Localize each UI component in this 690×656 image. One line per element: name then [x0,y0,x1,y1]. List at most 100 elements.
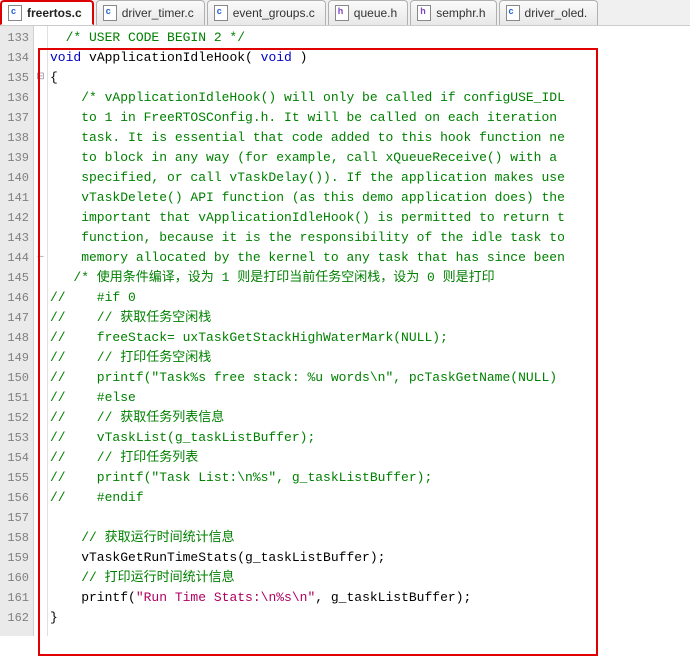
code-token: // // 打印任务列表 [50,450,198,465]
c-file-icon [506,5,520,21]
fold-marker [34,188,47,208]
code-token: // vTaskList(g_taskListBuffer); [50,430,315,445]
tab-queue-h[interactable]: queue.h [328,0,408,25]
code-line[interactable]: // #endif [48,488,690,508]
code-line[interactable]: // // 打印任务列表 [48,448,690,468]
code-line[interactable]: void vApplicationIdleHook( void ) [48,48,690,68]
fold-marker [34,428,47,448]
code-token: // printf("Task List:\n%s", g_taskListBu… [50,470,432,485]
code-line[interactable]: // printf("Task List:\n%s", g_taskListBu… [48,468,690,488]
line-number: 140 [0,168,33,188]
line-number: 151 [0,388,33,408]
fold-marker [34,328,47,348]
code-token: vTaskDelete() API function (as this demo… [50,190,565,205]
code-line[interactable]: printf("Run Time Stats:\n%s\n", g_taskLi… [48,588,690,608]
code-line[interactable]: // // 获取任务空闲栈 [48,308,690,328]
line-number: 148 [0,328,33,348]
fold-marker [34,548,47,568]
code-area[interactable]: /* USER CODE BEGIN 2 */ void vApplication… [48,26,690,636]
code-line[interactable]: // // 打印任务空闲栈 [48,348,690,368]
code-line[interactable]: // // 获取任务列表信息 [48,408,690,428]
line-number: 133 [0,28,33,48]
c-file-icon [8,5,22,21]
tab-label: driver_oled. [525,6,588,20]
fold-marker [34,268,47,288]
code-line[interactable]: to block in any way (for example, call x… [48,148,690,168]
code-token: "Run Time Stats:\n%s\n" [136,590,315,605]
code-token: memory allocated by the kernel to any ta… [50,250,565,265]
code-line[interactable]: // 打印运行时间统计信息 [48,568,690,588]
code-line[interactable]: // printf("Task%s free stack: %u words\n… [48,368,690,388]
fold-marker [34,108,47,128]
code-line[interactable]: to 1 in FreeRTOSConfig.h. It will be cal… [48,108,690,128]
code-token: vTaskGetRunTimeStats(g_taskListBuffer); [50,550,385,565]
code-line[interactable]: important that vApplicationIdleHook() is… [48,208,690,228]
fold-marker [34,168,47,188]
fold-marker [34,528,47,548]
code-token: important that vApplicationIdleHook() is… [50,210,565,225]
code-line[interactable]: function, because it is the responsibili… [48,228,690,248]
code-line[interactable]: // 获取运行时间统计信息 [48,528,690,548]
fold-marker[interactable]: ⊟ [34,68,47,88]
h-file-icon [417,5,431,21]
fold-marker [34,488,47,508]
code-line[interactable]: // vTaskList(g_taskListBuffer); [48,428,690,448]
code-line[interactable]: /* vApplicationIdleHook() will only be c… [48,88,690,108]
line-number: 138 [0,128,33,148]
line-number: 149 [0,348,33,368]
code-token: // freeStack= uxTaskGetStackHighWaterMar… [50,330,448,345]
code-token: } [50,610,58,625]
code-token: { [50,70,58,85]
tab-driver-timer-c[interactable]: driver_timer.c [96,0,205,25]
code-line[interactable]: /* USER CODE BEGIN 2 */ [48,28,690,48]
tab-label: driver_timer.c [122,6,194,20]
code-token: vApplicationIdleHook( [81,50,260,65]
tab-label: event_groups.c [233,6,315,20]
fold-marker [34,508,47,528]
code-token: /* USER CODE BEGIN 2 */ [50,30,245,45]
line-number: 146 [0,288,33,308]
code-line[interactable]: specified, or call vTaskDelay()). If the… [48,168,690,188]
line-number: 137 [0,108,33,128]
code-line[interactable]: // #if 0 [48,288,690,308]
line-number: 155 [0,468,33,488]
code-line[interactable]: task. It is essential that code added to… [48,128,690,148]
fold-marker [34,148,47,168]
code-line[interactable]: vTaskGetRunTimeStats(g_taskListBuffer); [48,548,690,568]
code-line[interactable]: vTaskDelete() API function (as this demo… [48,188,690,208]
code-token: // 打印运行时间统计信息 [50,570,235,585]
fold-marker [34,388,47,408]
line-number: 136 [0,88,33,108]
code-line[interactable] [48,508,690,528]
fold-marker [34,288,47,308]
tab-driver-oled-[interactable]: driver_oled. [499,0,599,25]
code-line[interactable]: memory allocated by the kernel to any ta… [48,248,690,268]
fold-marker [34,308,47,328]
tab-label: freertos.c [27,6,82,20]
line-number: 158 [0,528,33,548]
fold-marker[interactable]: — [34,248,47,268]
tab-freertos-c[interactable]: freertos.c [0,0,94,25]
code-line[interactable]: // freeStack= uxTaskGetStackHighWaterMar… [48,328,690,348]
line-number: 161 [0,588,33,608]
code-token: , g_taskListBuffer); [315,590,471,605]
line-number: 144 [0,248,33,268]
tab-semphr-h[interactable]: semphr.h [410,0,496,25]
fold-marker [34,448,47,468]
code-line[interactable]: { [48,68,690,88]
code-line[interactable]: // #else [48,388,690,408]
tab-label: queue.h [354,6,397,20]
code-editor: 1331341351361371381391401411421431441451… [0,26,690,636]
code-token: // 获取运行时间统计信息 [50,530,235,545]
line-number: 143 [0,228,33,248]
code-token: specified, or call vTaskDelay()). If the… [50,170,565,185]
code-token: // // 获取任务空闲栈 [50,310,211,325]
code-line[interactable]: } [48,608,690,628]
code-token: // printf("Task%s free stack: %u words\n… [50,370,557,385]
line-number: 145 [0,268,33,288]
line-number: 150 [0,368,33,388]
tab-event-groups-c[interactable]: event_groups.c [207,0,326,25]
code-line[interactable]: /* 使用条件编译，设为 1 则是打印当前任务空闲栈，设为 0 则是打印 [48,268,690,288]
tab-label: semphr.h [436,6,485,20]
line-number: 139 [0,148,33,168]
